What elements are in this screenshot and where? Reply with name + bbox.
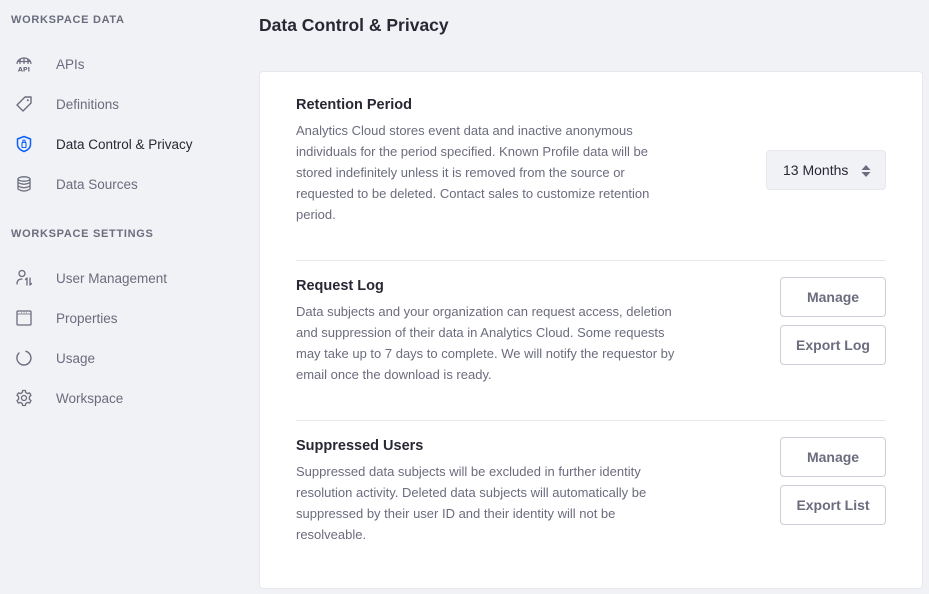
sidebar: Workspace Data API APIs Definitions Data… [0, 0, 240, 594]
sidebar-item-usage[interactable]: Usage [0, 338, 240, 378]
suppressed-users-description: Suppressed data subjects will be exclude… [296, 464, 647, 542]
gear-icon [14, 388, 34, 408]
select-arrows-icon [861, 165, 871, 177]
sidebar-item-properties[interactable]: Properties [0, 298, 240, 338]
retention-period-value: 13 Months [783, 162, 849, 178]
sidebar-item-label: User Management [56, 270, 168, 286]
retention-period-title: Retention Period [296, 97, 413, 113]
retention-period-description: Analytics Cloud stores event data and in… [296, 123, 650, 222]
sidebar-item-apis[interactable]: API APIs [0, 44, 240, 84]
sidebar-item-definitions[interactable]: Definitions [0, 84, 240, 124]
export-list-button[interactable]: Export List [780, 485, 886, 525]
page-title: Data Control & Privacy [259, 15, 449, 35]
sidebar-item-data-sources[interactable]: Data Sources [0, 164, 240, 204]
user-sort-icon [14, 268, 34, 288]
divider [296, 260, 886, 261]
sidebar-item-label: Properties [56, 310, 118, 326]
section-title-workspace-settings: Workspace Settings [11, 228, 154, 240]
circle-progress-icon [14, 348, 34, 368]
api-globe-icon: API [14, 54, 34, 74]
database-icon [14, 174, 34, 194]
sidebar-item-label: Definitions [56, 96, 120, 112]
sidebar-item-label: Data Sources [56, 176, 138, 192]
window-icon [14, 308, 34, 328]
suppressed-users-manage-button[interactable]: Manage [780, 437, 886, 477]
sidebar-item-label: Usage [56, 350, 96, 366]
divider [296, 420, 886, 421]
settings-card: Retention Period Analytics Cloud stores … [259, 71, 923, 589]
sidebar-item-user-management[interactable]: User Management [0, 258, 240, 298]
export-log-button[interactable]: Export Log [780, 325, 886, 365]
request-log-description: Data subjects and your organization can … [296, 304, 675, 382]
section-title-workspace-data: Workspace Data [11, 14, 125, 26]
sidebar-item-data-control-privacy[interactable]: Data Control & Privacy [0, 124, 240, 164]
shield-lock-icon [14, 134, 34, 154]
sidebar-item-label: APIs [56, 56, 85, 72]
sidebar-item-workspace[interactable]: Workspace [0, 378, 240, 418]
retention-period-select[interactable]: 13 Months [766, 150, 886, 190]
request-log-manage-button[interactable]: Manage [780, 277, 886, 317]
sidebar-item-label: Data Control & Privacy [56, 136, 193, 152]
svg-text:API: API [18, 66, 30, 74]
sidebar-item-label: Workspace [56, 390, 124, 406]
tag-icon [14, 94, 34, 114]
